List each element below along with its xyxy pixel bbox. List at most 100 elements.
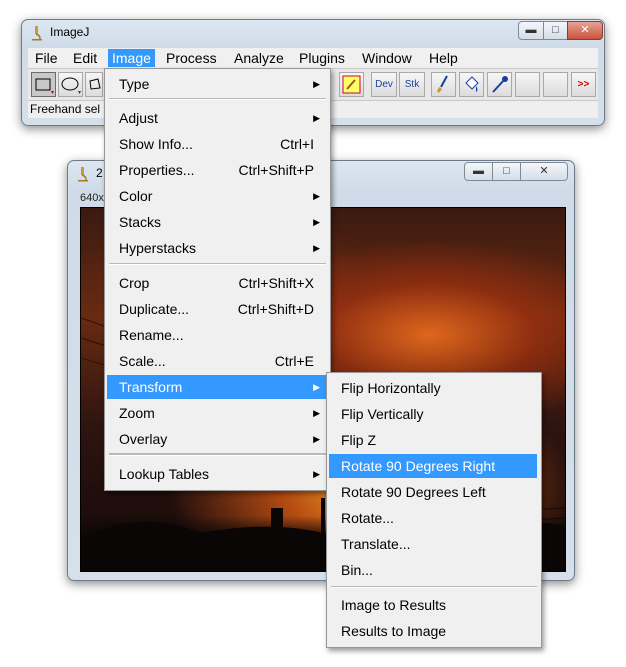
- polygon-tool[interactable]: [85, 72, 103, 97]
- image-menu-item-lookup-tables[interactable]: Lookup Tables ▶: [107, 462, 326, 486]
- image-menu-item-rename[interactable]: Rename...: [107, 323, 326, 347]
- menu-process[interactable]: Process: [162, 49, 221, 67]
- image-menu-item-overlay[interactable]: Overlay ▶: [107, 427, 326, 451]
- minimize-button[interactable]: ▬: [518, 21, 544, 40]
- brush-tool[interactable]: [431, 72, 456, 97]
- menu-image[interactable]: Image: [108, 49, 155, 67]
- transform-menu-item-flip-vertically[interactable]: Flip Vertically: [329, 402, 537, 426]
- empty-tool-slot-2[interactable]: [543, 72, 568, 97]
- submenu-arrow-icon: ▶: [313, 191, 320, 201]
- menu-item-label: Flip Vertically: [341, 406, 424, 422]
- image-menu-item-stacks[interactable]: Stacks ▶: [107, 210, 326, 234]
- menu-analyze[interactable]: Analyze: [230, 49, 288, 67]
- stk-label: Stk: [404, 79, 420, 90]
- menu-item-label: Adjust: [119, 110, 158, 126]
- menu-item-label: Flip Horizontally: [341, 380, 441, 396]
- close-button[interactable]: ✕: [567, 21, 603, 40]
- image-menu-item-scale[interactable]: Scale... Ctrl+E: [107, 349, 326, 373]
- submenu-arrow-icon: ▶: [313, 469, 320, 479]
- image-menu-item-hyperstacks[interactable]: Hyperstacks ▶: [107, 236, 326, 260]
- empty-tool-slot-1[interactable]: [515, 72, 540, 97]
- title-bar[interactable]: ImageJ ▬ □ ✕: [22, 20, 604, 46]
- menu-separator: [109, 454, 326, 456]
- image-menu-item-crop[interactable]: Crop Ctrl+Shift+X: [107, 271, 326, 295]
- menu-item-label: Show Info...: [119, 136, 193, 152]
- menu-window[interactable]: Window: [358, 49, 416, 67]
- menu-separator: [109, 98, 326, 100]
- close-icon: ✕: [580, 24, 590, 36]
- menu-item-shortcut: Ctrl+I: [280, 136, 314, 152]
- image-close-button[interactable]: ✕: [520, 162, 568, 181]
- transform-submenu: Flip Horizontally Flip Vertically Flip Z Ro…: [326, 372, 542, 648]
- image-info-text: 640x: [80, 192, 104, 204]
- submenu-arrow-icon: ▶: [313, 243, 320, 253]
- image-minimize-button[interactable]: ▬: [464, 162, 493, 181]
- menu-item-shortcut: Ctrl+Shift+X: [238, 275, 314, 291]
- menu-item-label: Lookup Tables: [119, 466, 210, 482]
- image-menu-item-duplicate[interactable]: Duplicate... Ctrl+Shift+D: [107, 297, 326, 321]
- image-window-title: 2: [96, 166, 103, 180]
- menu-item-label: Rotate 90 Degrees Left: [341, 484, 486, 500]
- transform-menu-item-rotate[interactable]: Rotate...: [329, 506, 537, 530]
- maximize-button[interactable]: □: [543, 21, 568, 40]
- transform-menu-item-bin[interactable]: Bin...: [329, 558, 537, 582]
- menu-item-label: Flip Z: [341, 432, 376, 448]
- menu-item-label: Rename...: [119, 327, 184, 343]
- rectangle-tool[interactable]: [31, 72, 56, 97]
- transform-menu-item-flip-horizontally[interactable]: Flip Horizontally: [329, 376, 537, 400]
- window-title: ImageJ: [50, 25, 90, 39]
- submenu-arrow-icon: ▶: [313, 408, 320, 418]
- transform-menu-item-image-to-results[interactable]: Image to Results: [329, 593, 537, 617]
- image-menu-item-adjust[interactable]: Adjust ▶: [107, 106, 326, 130]
- image-menu-item-color[interactable]: Color ▶: [107, 184, 326, 208]
- menu-item-label: Duplicate...: [119, 301, 190, 317]
- menu-edit[interactable]: Edit: [69, 49, 101, 67]
- transform-menu-item-rotate-90-degrees-left[interactable]: Rotate 90 Degrees Left: [329, 480, 537, 504]
- arrow-tool[interactable]: [487, 72, 512, 97]
- menu-item-label: Stacks: [119, 214, 162, 230]
- image-menu-item-show-info[interactable]: Show Info... Ctrl+I: [107, 132, 326, 156]
- image-menu-dropdown: Type ▶ Adjust ▶ Show Info... Ctrl+I Properties…: [104, 68, 331, 491]
- minimize-icon: ▬: [525, 24, 537, 36]
- image-menu-item-type[interactable]: Type ▶: [107, 72, 326, 96]
- menu-separator: [109, 263, 326, 265]
- color-picker-tool[interactable]: [339, 72, 364, 97]
- menu-item-label: Image to Results: [341, 597, 447, 613]
- menu-item-label: Color: [119, 188, 153, 204]
- image-menu-item-zoom[interactable]: Zoom ▶: [107, 401, 326, 425]
- minimize-icon: ▬: [473, 165, 484, 177]
- close-icon: ✕: [539, 165, 549, 177]
- submenu-arrow-icon: ▶: [313, 382, 320, 392]
- more-tools-button[interactable]: >>: [571, 72, 596, 97]
- transform-menu-item-results-to-image[interactable]: Results to Image: [329, 619, 537, 643]
- menu-item-label: Transform: [119, 379, 183, 395]
- submenu-arrow-icon: ▶: [313, 434, 320, 444]
- oval-tool[interactable]: [58, 72, 83, 97]
- menu-item-label: Hyperstacks: [119, 240, 197, 256]
- menubar: File Edit Image Process Analyze Plugins …: [28, 48, 598, 68]
- menu-help[interactable]: Help: [425, 49, 462, 67]
- menu-item-label: Properties...: [119, 162, 195, 178]
- image-menu-item-properties[interactable]: Properties... Ctrl+Shift+P: [107, 158, 326, 182]
- transform-menu-item-flip-z[interactable]: Flip Z: [329, 428, 537, 452]
- microscope-icon: [78, 167, 88, 182]
- brush-icon: [437, 75, 448, 93]
- menu-file[interactable]: File: [31, 49, 62, 67]
- more-label: >>: [577, 79, 590, 90]
- oval-icon: [61, 77, 81, 94]
- image-menu-item-transform[interactable]: Transform ▶: [107, 375, 326, 399]
- maximize-icon: □: [503, 165, 510, 177]
- menu-item-label: Results to Image: [341, 623, 447, 639]
- menu-item-label: Translate...: [341, 536, 411, 552]
- transform-menu-item-rotate-90-degrees-right[interactable]: Rotate 90 Degrees Right: [329, 454, 537, 478]
- transform-menu-item-translate[interactable]: Translate...: [329, 532, 537, 556]
- submenu-arrow-icon: ▶: [313, 113, 320, 123]
- menu-item-label: Rotate...: [341, 510, 394, 526]
- menu-plugins[interactable]: Plugins: [295, 49, 349, 67]
- stk-tool[interactable]: Stk: [399, 72, 425, 97]
- submenu-arrow-icon: ▶: [313, 79, 320, 89]
- dev-tool[interactable]: Dev: [371, 72, 397, 97]
- color-picker-icon: [342, 75, 361, 94]
- image-maximize-button[interactable]: □: [492, 162, 521, 181]
- flood-fill-tool[interactable]: [459, 72, 484, 97]
